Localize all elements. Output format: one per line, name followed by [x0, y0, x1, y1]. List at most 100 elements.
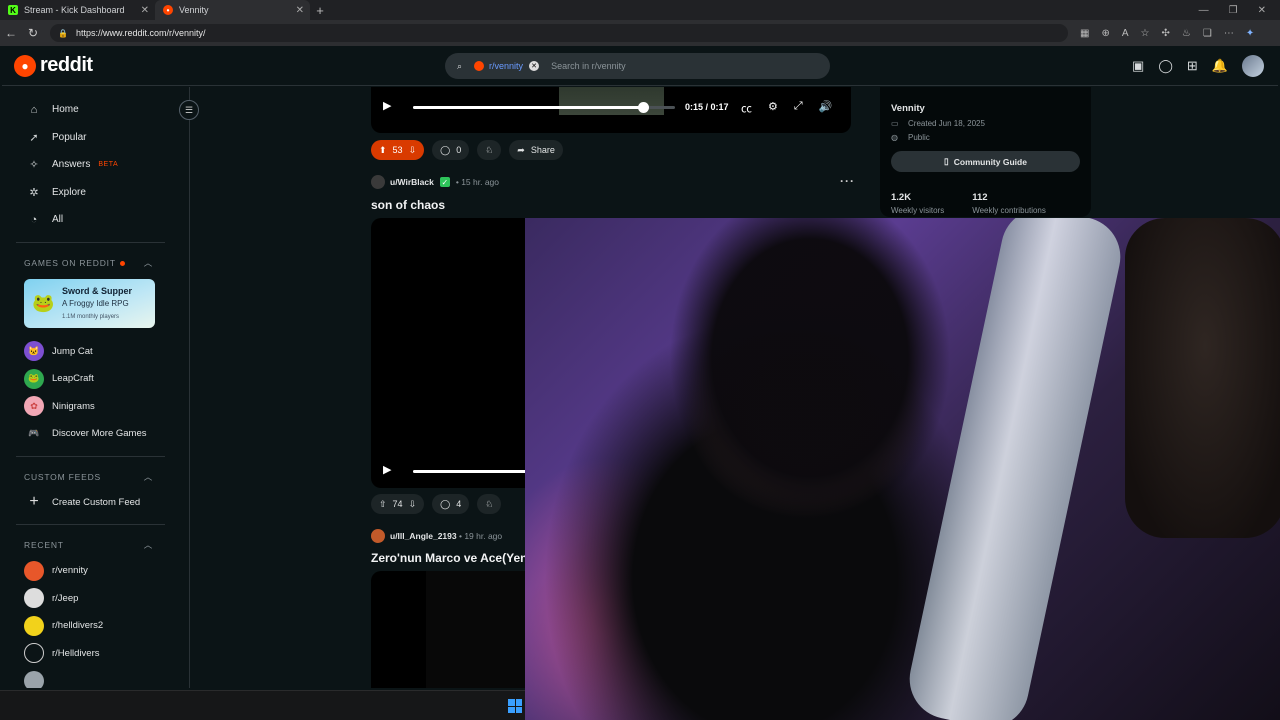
- subreddit-filter-chip[interactable]: r/vennity ✕: [474, 61, 540, 71]
- subreddit-avatar: [24, 615, 44, 636]
- reddit-logo[interactable]: ● reddit: [14, 54, 93, 77]
- notifications-icon[interactable]: 🔔: [1212, 58, 1228, 74]
- user-avatar[interactable]: [371, 175, 385, 189]
- post-author[interactable]: u/WirBlack: [390, 177, 434, 187]
- post-options-icon[interactable]: ···: [840, 174, 855, 188]
- volume-icon[interactable]: 🔊: [819, 100, 833, 116]
- tracking-icon[interactable]: ♨: [1182, 28, 1191, 39]
- sidebar-item-explore[interactable]: ✲ Explore: [2, 179, 189, 207]
- captions-icon[interactable]: ㏄: [741, 100, 752, 116]
- recent-item-jeep[interactable]: r/Jeep: [2, 585, 189, 613]
- subreddit-icon: [474, 61, 485, 71]
- recent-item-partial[interactable]: [2, 667, 189, 688]
- community-stats: 1.2K Weekly visitors 112 Weekly contribu…: [891, 192, 1080, 215]
- fullscreen-icon[interactable]: ⤢: [794, 100, 803, 116]
- extensions-icon[interactable]: ✣: [1161, 28, 1169, 39]
- vote-count: 53: [392, 145, 403, 155]
- url-field[interactable]: 🔒 https://www.reddit.com/r/vennity/: [50, 24, 1068, 42]
- zoom-icon[interactable]: ⊕: [1101, 28, 1109, 39]
- post-author[interactable]: u/Ill_Angle_2193: [390, 531, 457, 541]
- sidebar-item-jump-cat[interactable]: 🐱 Jump Cat: [2, 338, 189, 366]
- custom-feeds-section-header[interactable]: CUSTOM FEEDS ︿: [2, 465, 189, 489]
- advertise-icon[interactable]: ▣: [1132, 58, 1144, 74]
- share-button[interactable]: ➦ Share: [509, 140, 563, 160]
- search-input[interactable]: Search in r/vennity: [551, 61, 626, 71]
- community-name[interactable]: Vennity: [891, 103, 1080, 114]
- refresh-icon[interactable]: ↻: [22, 26, 44, 40]
- downvote-icon[interactable]: ⇩: [409, 499, 417, 510]
- vote-button[interactable]: ⬆ 53 ⇩: [371, 140, 425, 160]
- play-icon[interactable]: ▶: [383, 463, 393, 476]
- windows-start-icon[interactable]: [508, 699, 522, 713]
- tab-kick-dashboard[interactable]: K Stream - Kick Dashboard ✕: [0, 0, 155, 20]
- close-tab-icon[interactable]: ✕: [141, 5, 149, 16]
- app-available-icon[interactable]: ▦: [1080, 28, 1089, 39]
- share-label: Share: [530, 145, 555, 155]
- stat-visitors: 1.2K Weekly visitors: [891, 192, 944, 215]
- recent-section-header[interactable]: RECENT ︿: [2, 533, 189, 557]
- award-button[interactable]: ♘: [477, 140, 502, 160]
- restore-icon[interactable]: ❐: [1229, 5, 1238, 16]
- sidebar-item-ninigrams[interactable]: ✿ Ninigrams: [2, 393, 189, 421]
- post-title[interactable]: son of chaos: [371, 198, 445, 212]
- comments-button[interactable]: ◯ 0: [432, 140, 470, 160]
- chevron-up-icon[interactable]: ︿: [144, 471, 153, 483]
- search-bar[interactable]: ⌕ r/vennity ✕ Search in r/vennity: [445, 53, 830, 79]
- sidebar-toggle-button[interactable]: ☰: [179, 100, 199, 120]
- held-object: [902, 218, 1128, 720]
- created-text: Created Jun 18, 2025: [908, 119, 985, 128]
- new-tab-icon[interactable]: +: [310, 3, 330, 18]
- award-icon: ♘: [485, 144, 494, 155]
- collections-icon[interactable]: ❏: [1203, 28, 1212, 39]
- upvote-icon[interactable]: ⬆: [379, 145, 387, 156]
- favorite-star-icon[interactable]: ☆: [1141, 28, 1150, 39]
- progress-knob[interactable]: [638, 102, 649, 113]
- sidebar-item-home[interactable]: ⌂ Home: [2, 96, 189, 124]
- tab-vennity[interactable]: • Vennity ✕: [155, 0, 310, 20]
- upvote-icon[interactable]: ⇧: [379, 499, 387, 510]
- read-aloud-icon[interactable]: A: [1122, 28, 1129, 39]
- sidebar-item-popular[interactable]: ➚ Popular: [2, 124, 189, 152]
- close-tab-icon[interactable]: ✕: [296, 5, 304, 16]
- downvote-icon[interactable]: ⇩: [409, 145, 417, 156]
- award-button[interactable]: ♘: [477, 494, 502, 514]
- share-icon: ➦: [517, 144, 525, 155]
- create-custom-feed-button[interactable]: + Create Custom Feed: [2, 489, 189, 517]
- chevron-up-icon[interactable]: ︿: [144, 539, 153, 551]
- clear-chip-icon[interactable]: ✕: [529, 61, 540, 71]
- comments-button[interactable]: ◯ 4: [432, 494, 470, 514]
- award-icon: ♘: [485, 498, 494, 509]
- more-options-icon[interactable]: ⋯: [1224, 28, 1234, 39]
- community-guide-button[interactable]: ▯ Community Guide: [891, 151, 1080, 172]
- user-avatar[interactable]: [371, 529, 385, 543]
- play-icon[interactable]: ▶: [383, 99, 393, 112]
- copilot-icon[interactable]: ✦: [1246, 28, 1254, 39]
- sidebar-item-discover-games[interactable]: 🎮 Discover More Games: [2, 420, 189, 448]
- recent-item-vennity[interactable]: r/vennity: [2, 557, 189, 585]
- recent-item-helldivers[interactable]: r/Helldivers: [2, 640, 189, 668]
- sidebar-item-answers[interactable]: ✧ Answers BETA: [2, 151, 189, 179]
- post-title[interactable]: Zero'nun Marco ve Ace(Yen: [371, 551, 527, 565]
- sidebar-item-all[interactable]: ◔ All: [2, 206, 189, 234]
- lock-icon[interactable]: 🔒: [58, 29, 68, 38]
- games-section-header[interactable]: GAMES ON REDDIT ︿: [2, 251, 189, 275]
- minimize-icon[interactable]: —: [1199, 5, 1209, 16]
- user-avatar[interactable]: [1242, 55, 1264, 77]
- stat-label: Weekly visitors: [891, 206, 945, 215]
- create-post-icon[interactable]: ⊞: [1187, 58, 1198, 74]
- recent-item-helldivers2[interactable]: r/helldivers2: [2, 612, 189, 640]
- settings-gear-icon[interactable]: ⚙: [768, 100, 778, 116]
- featured-game-card[interactable]: 🐸 Sword & Supper A Froggy Idle RPG 1.1M …: [24, 278, 155, 328]
- chevron-up-icon[interactable]: ︿: [144, 257, 153, 269]
- video-player[interactable]: ▶ 0:15 / 0:17 ㏄ ⚙ ⤢ 🔊: [371, 87, 851, 133]
- sidebar-item-leapcraft[interactable]: 🐸 LeapCraft: [2, 365, 189, 393]
- back-icon[interactable]: ←: [0, 26, 22, 40]
- vote-button[interactable]: ⇧ 74 ⇩: [371, 494, 425, 514]
- video-progress-bar[interactable]: [413, 102, 649, 113]
- chip-label: r/vennity: [489, 61, 524, 71]
- popular-icon: ➚: [29, 131, 39, 144]
- close-window-icon[interactable]: ✕: [1258, 5, 1266, 16]
- chat-icon[interactable]: ◯: [1158, 58, 1173, 74]
- stat-label: Weekly contributions: [972, 206, 1046, 215]
- video-frame: [426, 571, 526, 688]
